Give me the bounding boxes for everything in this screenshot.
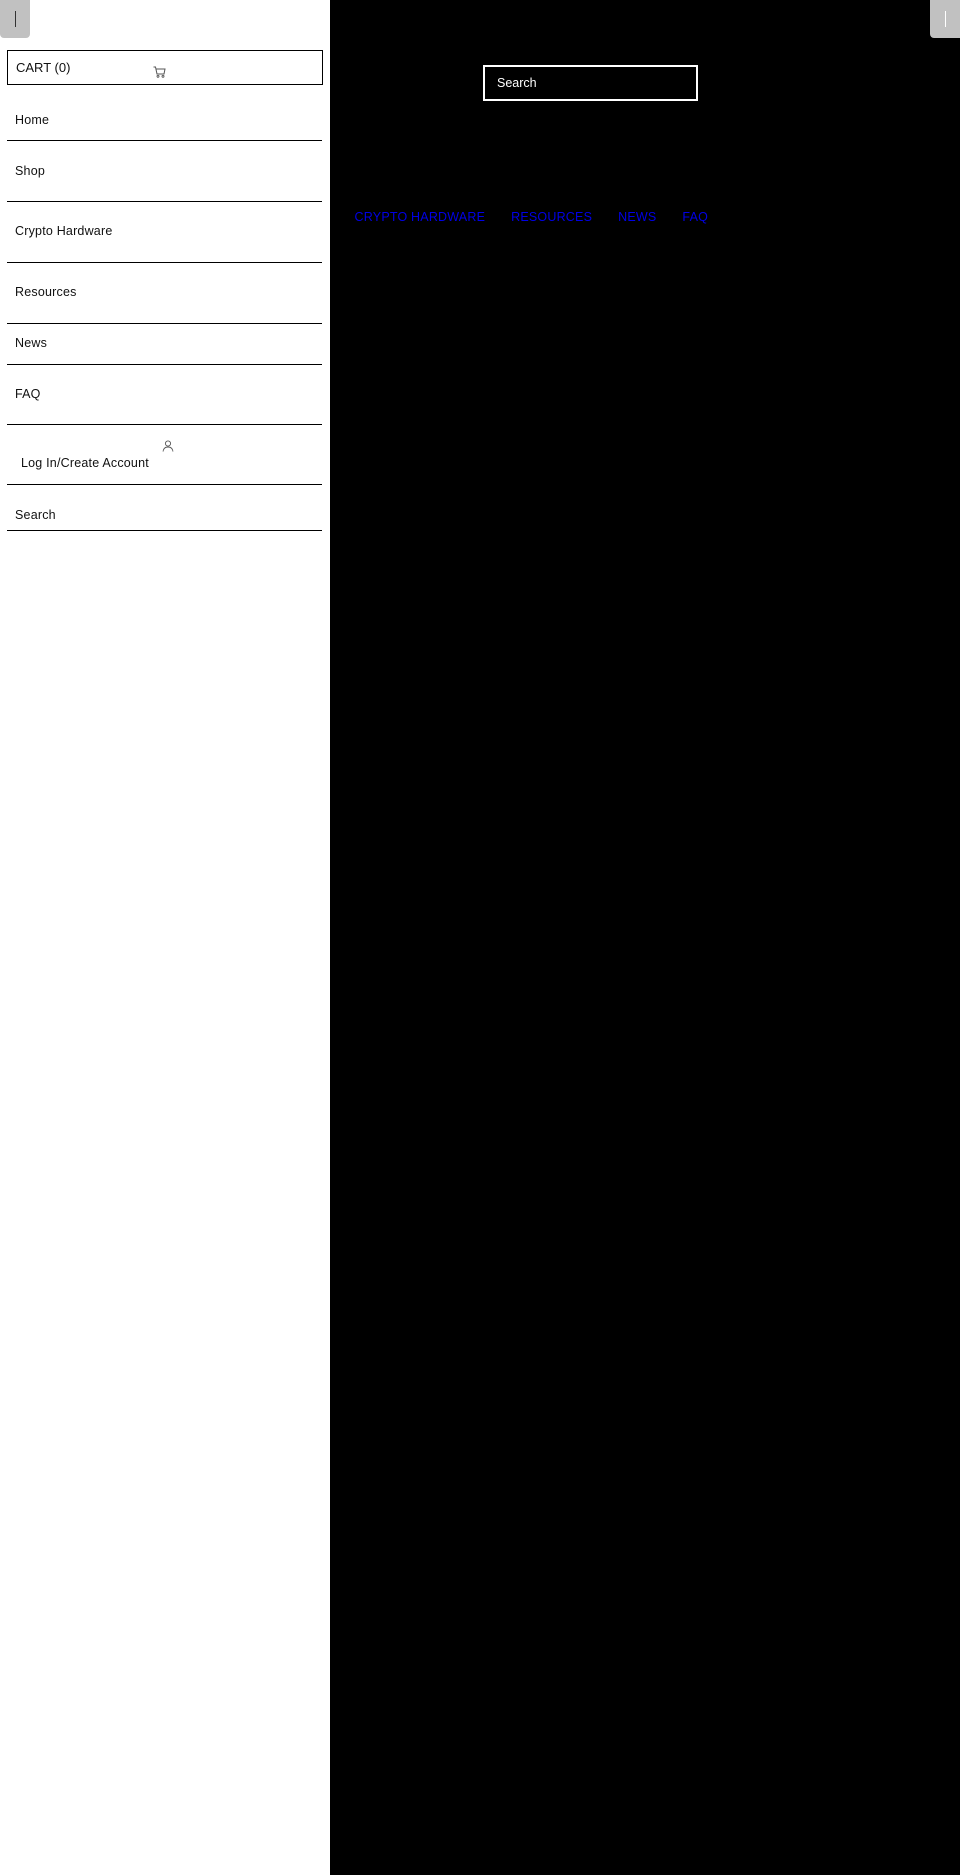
drawer-item-label: News bbox=[15, 336, 48, 350]
menu-toggle-button-right[interactable] bbox=[930, 0, 960, 38]
drawer-search[interactable]: Search bbox=[7, 485, 322, 531]
nav-link-resources[interactable]: RESOURCES bbox=[511, 210, 592, 224]
nav-link-crypto-hardware[interactable]: CRYPTO HARDWARE bbox=[355, 210, 486, 224]
nav-link-faq[interactable]: FAQ bbox=[682, 210, 708, 224]
drawer-item-news[interactable]: News bbox=[7, 324, 322, 365]
drawer-item-crypto-hardware[interactable]: Crypto Hardware bbox=[7, 202, 322, 263]
drawer-item-label: Crypto Hardware bbox=[15, 224, 113, 238]
login-create-account-link[interactable]: Log In/Create Account bbox=[7, 425, 322, 485]
drawer-item-label: Shop bbox=[15, 164, 45, 178]
drawer-item-shop[interactable]: Shop bbox=[7, 141, 322, 202]
cart-button[interactable]: CART (0) bbox=[7, 50, 323, 85]
cart-label: CART (0) bbox=[16, 60, 71, 75]
drawer-item-label: FAQ bbox=[15, 387, 41, 401]
drawer-item-label: Resources bbox=[15, 285, 77, 299]
mobile-menu-drawer: CART (0) Home Shop Crypto Hardware Resou… bbox=[0, 0, 330, 1875]
nav-link-news[interactable]: NEWS bbox=[618, 210, 656, 224]
drawer-item-faq[interactable]: FAQ bbox=[7, 365, 322, 425]
header-search-box[interactable]: Search bbox=[483, 65, 698, 101]
drawer-item-label: Home bbox=[15, 113, 50, 127]
toggle-bar-icon bbox=[14, 11, 16, 27]
login-label: Log In/Create Account bbox=[21, 456, 149, 470]
drawer-item-home[interactable]: Home bbox=[7, 100, 322, 141]
drawer-search-label: Search bbox=[15, 508, 56, 522]
toggle-bar-icon bbox=[944, 11, 946, 27]
cart-icon bbox=[153, 66, 166, 78]
menu-toggle-button[interactable] bbox=[0, 0, 30, 38]
main-nav: P CRYPTO HARDWARE RESOURCES NEWS FAQ bbox=[320, 210, 708, 224]
drawer-item-resources[interactable]: Resources bbox=[7, 263, 322, 324]
